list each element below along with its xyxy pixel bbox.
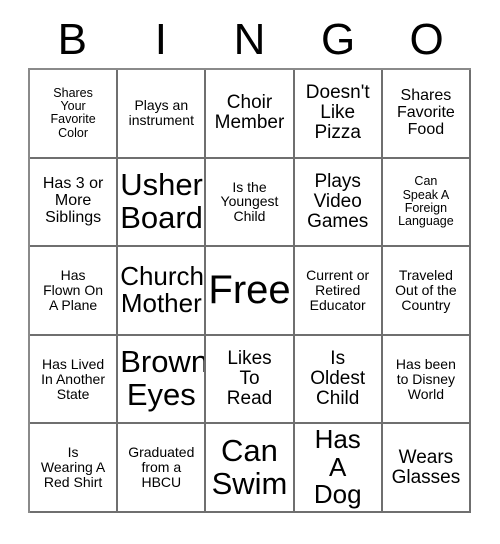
bingo-cell-label: Plays an instrument: [128, 97, 194, 129]
bingo-cell-label: Shares Favorite Food: [396, 86, 455, 138]
bingo-cell-r1c1[interactable]: Shares Your Favorite Color: [30, 70, 119, 159]
bingo-cell-label: Doesn't Like Pizza: [305, 82, 370, 144]
bingo-cell-label: Has Flown On A Plane: [43, 267, 104, 313]
bingo-cell-r3c1[interactable]: Has Flown On A Plane: [30, 247, 119, 336]
bingo-cell-r5c4[interactable]: Has A Dog: [294, 424, 383, 513]
bingo-cell-r4c4[interactable]: Is Oldest Child: [294, 335, 383, 425]
bingo-cell-r2c3[interactable]: Is the Youngest Child: [206, 158, 295, 248]
bingo-cell-label: Usher Board: [120, 167, 203, 235]
bingo-cell-r1c5[interactable]: Shares Favorite Food: [382, 70, 471, 159]
bingo-cell-label: Has been to Disney World: [395, 355, 456, 402]
bingo-cell-r2c4[interactable]: Plays Video Games: [294, 158, 383, 248]
bingo-cell-r2c1[interactable]: Has 3 or More Siblings: [30, 158, 119, 248]
bingo-header-letter-n: N: [233, 15, 266, 64]
bingo-cell-label: Can Swim: [211, 432, 288, 501]
bingo-cell-label: Choir Member: [214, 92, 285, 134]
bingo-cell-label: Plays Video Games: [307, 170, 369, 232]
bingo-cell-label: Can Speak A Foreign Language: [398, 174, 454, 229]
bingo-cell-r2c2[interactable]: Usher Board: [118, 158, 207, 248]
bingo-header-letter-g: G: [320, 15, 356, 64]
bingo-cell-label: Wears Glasses: [391, 446, 461, 488]
bingo-cell-label: Likes To Read: [226, 347, 273, 410]
bingo-cell-r1c4[interactable]: Doesn't Like Pizza: [294, 70, 383, 159]
bingo-cell-label: Is Wearing A Red Shirt: [40, 444, 106, 491]
bingo-cell-r3c5[interactable]: Traveled Out of the Country: [382, 247, 471, 336]
bingo-header-letter-b: B: [57, 15, 87, 64]
bingo-cell-r4c5[interactable]: Has been to Disney World: [382, 335, 471, 425]
bingo-header-letter-i: I: [154, 15, 167, 64]
bingo-cell-label: Current or Retired Educator: [306, 267, 370, 313]
bingo-header: BINGO: [28, 12, 471, 68]
bingo-card: B I N G O Shares Your Favorite Color Plays an…: [0, 0, 500, 544]
bingo-cell-r4c1[interactable]: Has Lived In Another State: [30, 335, 119, 425]
bingo-cell-label: Has 3 or More Siblings: [42, 175, 104, 227]
bingo-cell-label: Graduated from a HBCU: [128, 444, 195, 491]
bingo-cell-label: Is the Youngest Child: [220, 178, 279, 225]
bingo-cell-r1c3[interactable]: Choir Member: [206, 70, 295, 159]
bingo-cell-r3c4[interactable]: Current or Retired Educator: [294, 247, 383, 336]
bingo-cell-label: Shares Your Favorite Color: [50, 85, 96, 140]
bingo-cell-r5c5[interactable]: Wears Glasses: [382, 424, 471, 513]
bingo-cell-r5c2[interactable]: Graduated from a HBCU: [118, 424, 207, 513]
bingo-cell-label: Traveled Out of the Country: [395, 267, 457, 313]
bingo-cell-r1c2[interactable]: Plays an instrument: [118, 70, 207, 159]
bingo-cell-label: Has A Dog: [313, 424, 362, 510]
bingo-cell-label: Has Lived In Another State: [41, 355, 105, 402]
bingo-cell-label: Church Mother: [120, 260, 205, 319]
bingo-cell-r2c5[interactable]: Can Speak A Foreign Language: [382, 158, 471, 248]
bingo-cell-label: Brown Eyes: [120, 344, 207, 413]
bingo-cell-r5c3[interactable]: Can Swim: [206, 424, 295, 513]
bingo-cell-r3c3[interactable]: Free!: [206, 247, 295, 336]
bingo-cell-r4c3[interactable]: Likes To Read: [206, 335, 295, 425]
bingo-cell-r3c2[interactable]: Church Mother: [118, 247, 207, 336]
bingo-cell-label: Is Oldest Child: [310, 347, 366, 410]
bingo-grid: Shares Your Favorite Color Plays an instr…: [28, 68, 471, 513]
bingo-cell-label: Free!: [208, 268, 295, 313]
bingo-cell-r4c2[interactable]: Brown Eyes: [118, 335, 207, 425]
bingo-cell-r5c1[interactable]: Is Wearing A Red Shirt: [30, 424, 119, 513]
bingo-header-letter-o: O: [409, 15, 444, 64]
